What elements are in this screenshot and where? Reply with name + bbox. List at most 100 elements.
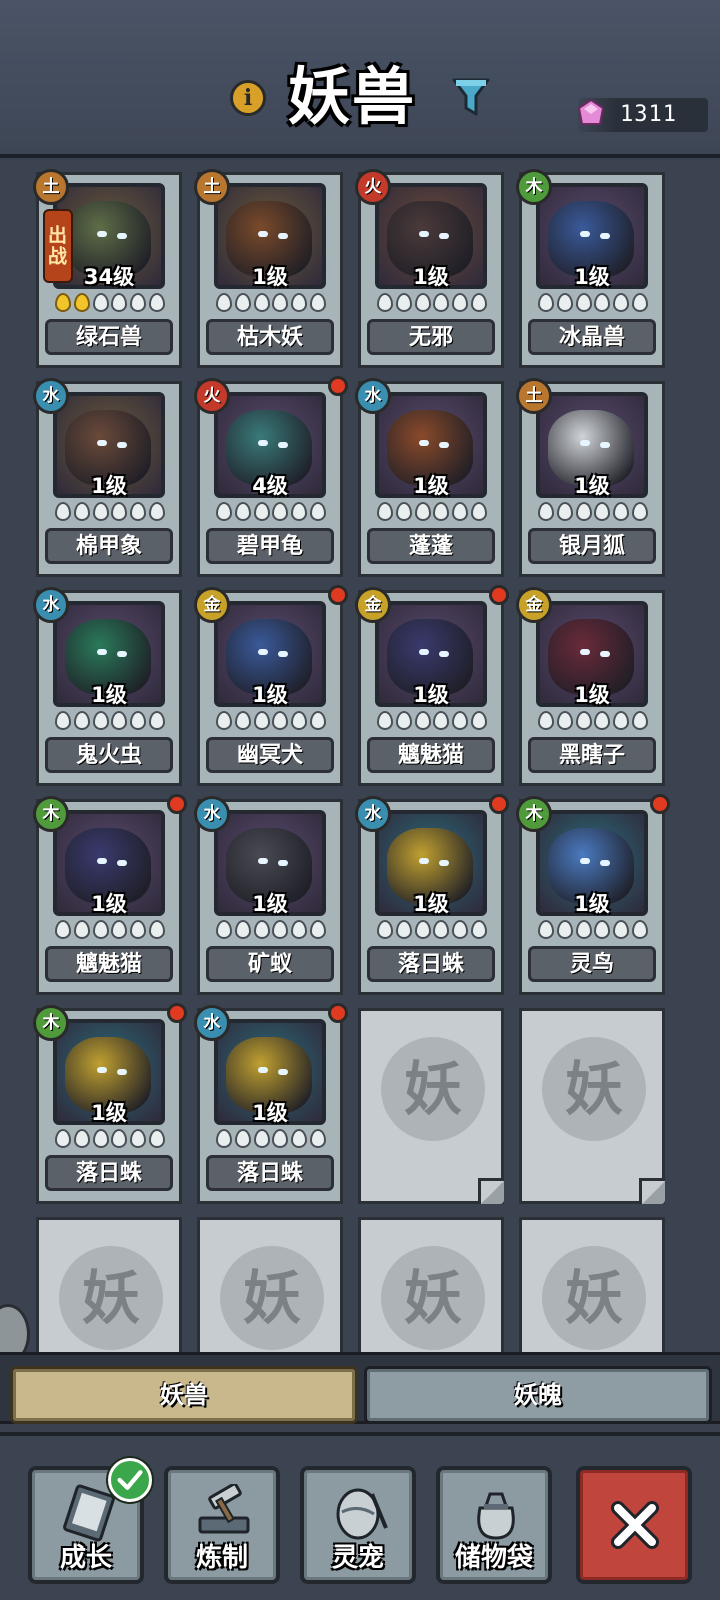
beast-card[interactable]: 1级 棉甲象 水 (33, 378, 182, 577)
star-row (55, 502, 165, 522)
beast-card[interactable]: 1级 冰晶兽 木 (516, 169, 665, 368)
star-drop-icon (130, 711, 147, 730)
empty-beast-slot[interactable]: 妖 (358, 1008, 504, 1204)
beast-eye (117, 860, 127, 866)
star-drop-icon (556, 502, 573, 521)
star-drop-icon (73, 920, 90, 939)
storage-bag-icon (477, 1492, 515, 1540)
empty-beast-slot[interactable]: 妖 (36, 1217, 182, 1352)
star-drop-icon (148, 502, 165, 521)
beast-name: 灵鸟 (528, 946, 656, 982)
beast-card[interactable]: 1级 落日蛛 水 (194, 1003, 348, 1204)
star-drop-icon (575, 502, 592, 521)
page-curl (639, 1178, 665, 1204)
beast-card[interactable]: 1级 银月狐 土 (516, 378, 665, 577)
beast-grid[interactable]: 34级 绿石兽土出战 1级 枯木妖土 1级 无邪火 1级 冰晶兽木 1级 棉甲象水 4级 碧甲龟火 1级… (0, 162, 720, 1352)
star-drop-icon (594, 920, 611, 939)
star-row (377, 293, 487, 313)
star-drop-icon (272, 293, 289, 312)
element-badge: 土 (33, 169, 69, 205)
star-drop-icon (216, 293, 232, 312)
hammer-anvil-icon (198, 1484, 250, 1534)
star-drop-icon (470, 502, 487, 521)
star-drop-icon (414, 711, 431, 730)
beast-card[interactable]: 1级 落日蛛 木 (33, 1003, 187, 1204)
beast-eye (419, 858, 429, 864)
beast-level: 1级 (252, 265, 288, 289)
filter-icon[interactable] (452, 76, 490, 118)
empty-slot-emblem: 妖 (220, 1246, 324, 1350)
star-drop-icon (470, 920, 487, 939)
star-drop-icon (111, 1129, 128, 1148)
star-drop-icon (452, 920, 469, 939)
beast-eye (97, 440, 107, 446)
nav-pet-button[interactable]: 灵宠 (300, 1466, 416, 1584)
beast-eye (278, 442, 288, 448)
beast-card[interactable]: 1级 落日蛛 水 (355, 794, 509, 995)
beast-name: 蓬蓬 (367, 528, 495, 564)
beast-card[interactable]: 1级 鬼火虫 水 (33, 587, 182, 786)
star-row (538, 293, 648, 313)
beast-card[interactable]: 1级 魑魅猫 木 (33, 794, 187, 995)
notification-dot (328, 376, 348, 396)
empty-beast-slot[interactable]: 妖 (358, 1217, 504, 1352)
star-drop-icon (613, 711, 630, 730)
star-drop-icon (253, 920, 270, 939)
beast-eye (419, 440, 429, 446)
empty-slot-emblem: 妖 (59, 1246, 163, 1350)
star-drop-icon (556, 711, 573, 730)
star-drop-icon (92, 920, 109, 939)
beast-card[interactable]: 1级 幽冥犬 金 (194, 585, 348, 786)
beast-card[interactable]: 4级 碧甲龟 火 (194, 376, 348, 577)
tab-souls[interactable]: 妖魄 (364, 1366, 712, 1424)
beast-card[interactable]: 1级 无邪 火 (355, 169, 504, 368)
beast-card[interactable]: 1级 蓬蓬 水 (355, 378, 504, 577)
beast-card[interactable]: 34级 绿石兽土出战 (33, 169, 182, 368)
star-drop-icon (309, 502, 326, 521)
beast-name: 落日蛛 (367, 946, 495, 982)
star-drop-icon (130, 920, 147, 939)
close-button[interactable] (576, 1466, 692, 1584)
beast-name: 银月狐 (528, 528, 656, 564)
beast-card[interactable]: 1级 矿蚁 水 (194, 796, 343, 995)
empty-beast-slot[interactable]: 妖 (519, 1008, 665, 1204)
star-drop-icon (148, 920, 165, 939)
star-drop-icon (538, 920, 554, 939)
nav-storage-button[interactable]: 储物袋 (436, 1466, 552, 1584)
notification-dot (167, 794, 187, 814)
star-drop-icon (291, 1129, 308, 1148)
nav-refine-label: 炼制 (195, 1543, 248, 1573)
star-drop-icon (613, 920, 630, 939)
beast-name: 枯木妖 (206, 319, 334, 355)
beast-card[interactable]: 1级 枯木妖 土 (194, 169, 343, 368)
tab-beasts[interactable]: 妖兽 (10, 1366, 358, 1424)
beast-eye (580, 440, 590, 446)
info-icon[interactable]: i (230, 80, 266, 116)
deployed-badge: 出战 (43, 209, 73, 283)
empty-slot-emblem: 妖 (542, 1037, 646, 1141)
star-drop-icon (309, 293, 326, 312)
notification-dot (328, 1003, 348, 1023)
beast-level: 1级 (252, 892, 288, 916)
empty-beast-slot[interactable]: 妖 (519, 1217, 665, 1352)
star-drop-icon (556, 293, 573, 312)
nav-refine-button[interactable]: 炼制 (164, 1466, 280, 1584)
star-drop-icon (272, 502, 289, 521)
star-drop-icon (556, 920, 573, 939)
star-drop-icon (216, 1129, 232, 1148)
beast-level: 1级 (91, 1101, 127, 1125)
element-badge: 木 (33, 1005, 69, 1041)
beast-card[interactable]: 1级 灵鸟 木 (516, 794, 670, 995)
star-drop-icon (433, 711, 450, 730)
star-row (377, 711, 487, 731)
beast-eye (97, 1067, 107, 1073)
element-badge: 火 (194, 378, 230, 414)
empty-beast-slot[interactable]: 妖 (197, 1217, 343, 1352)
beast-card[interactable]: 1级 魑魅猫 金 (355, 585, 509, 786)
beast-level: 4级 (252, 474, 288, 498)
beast-card[interactable]: 1级 黑瞎子 金 (516, 587, 665, 786)
beast-level: 1级 (252, 683, 288, 707)
element-badge: 水 (194, 1005, 230, 1041)
beast-name: 鬼火虫 (45, 737, 173, 773)
star-drop-icon (272, 920, 289, 939)
